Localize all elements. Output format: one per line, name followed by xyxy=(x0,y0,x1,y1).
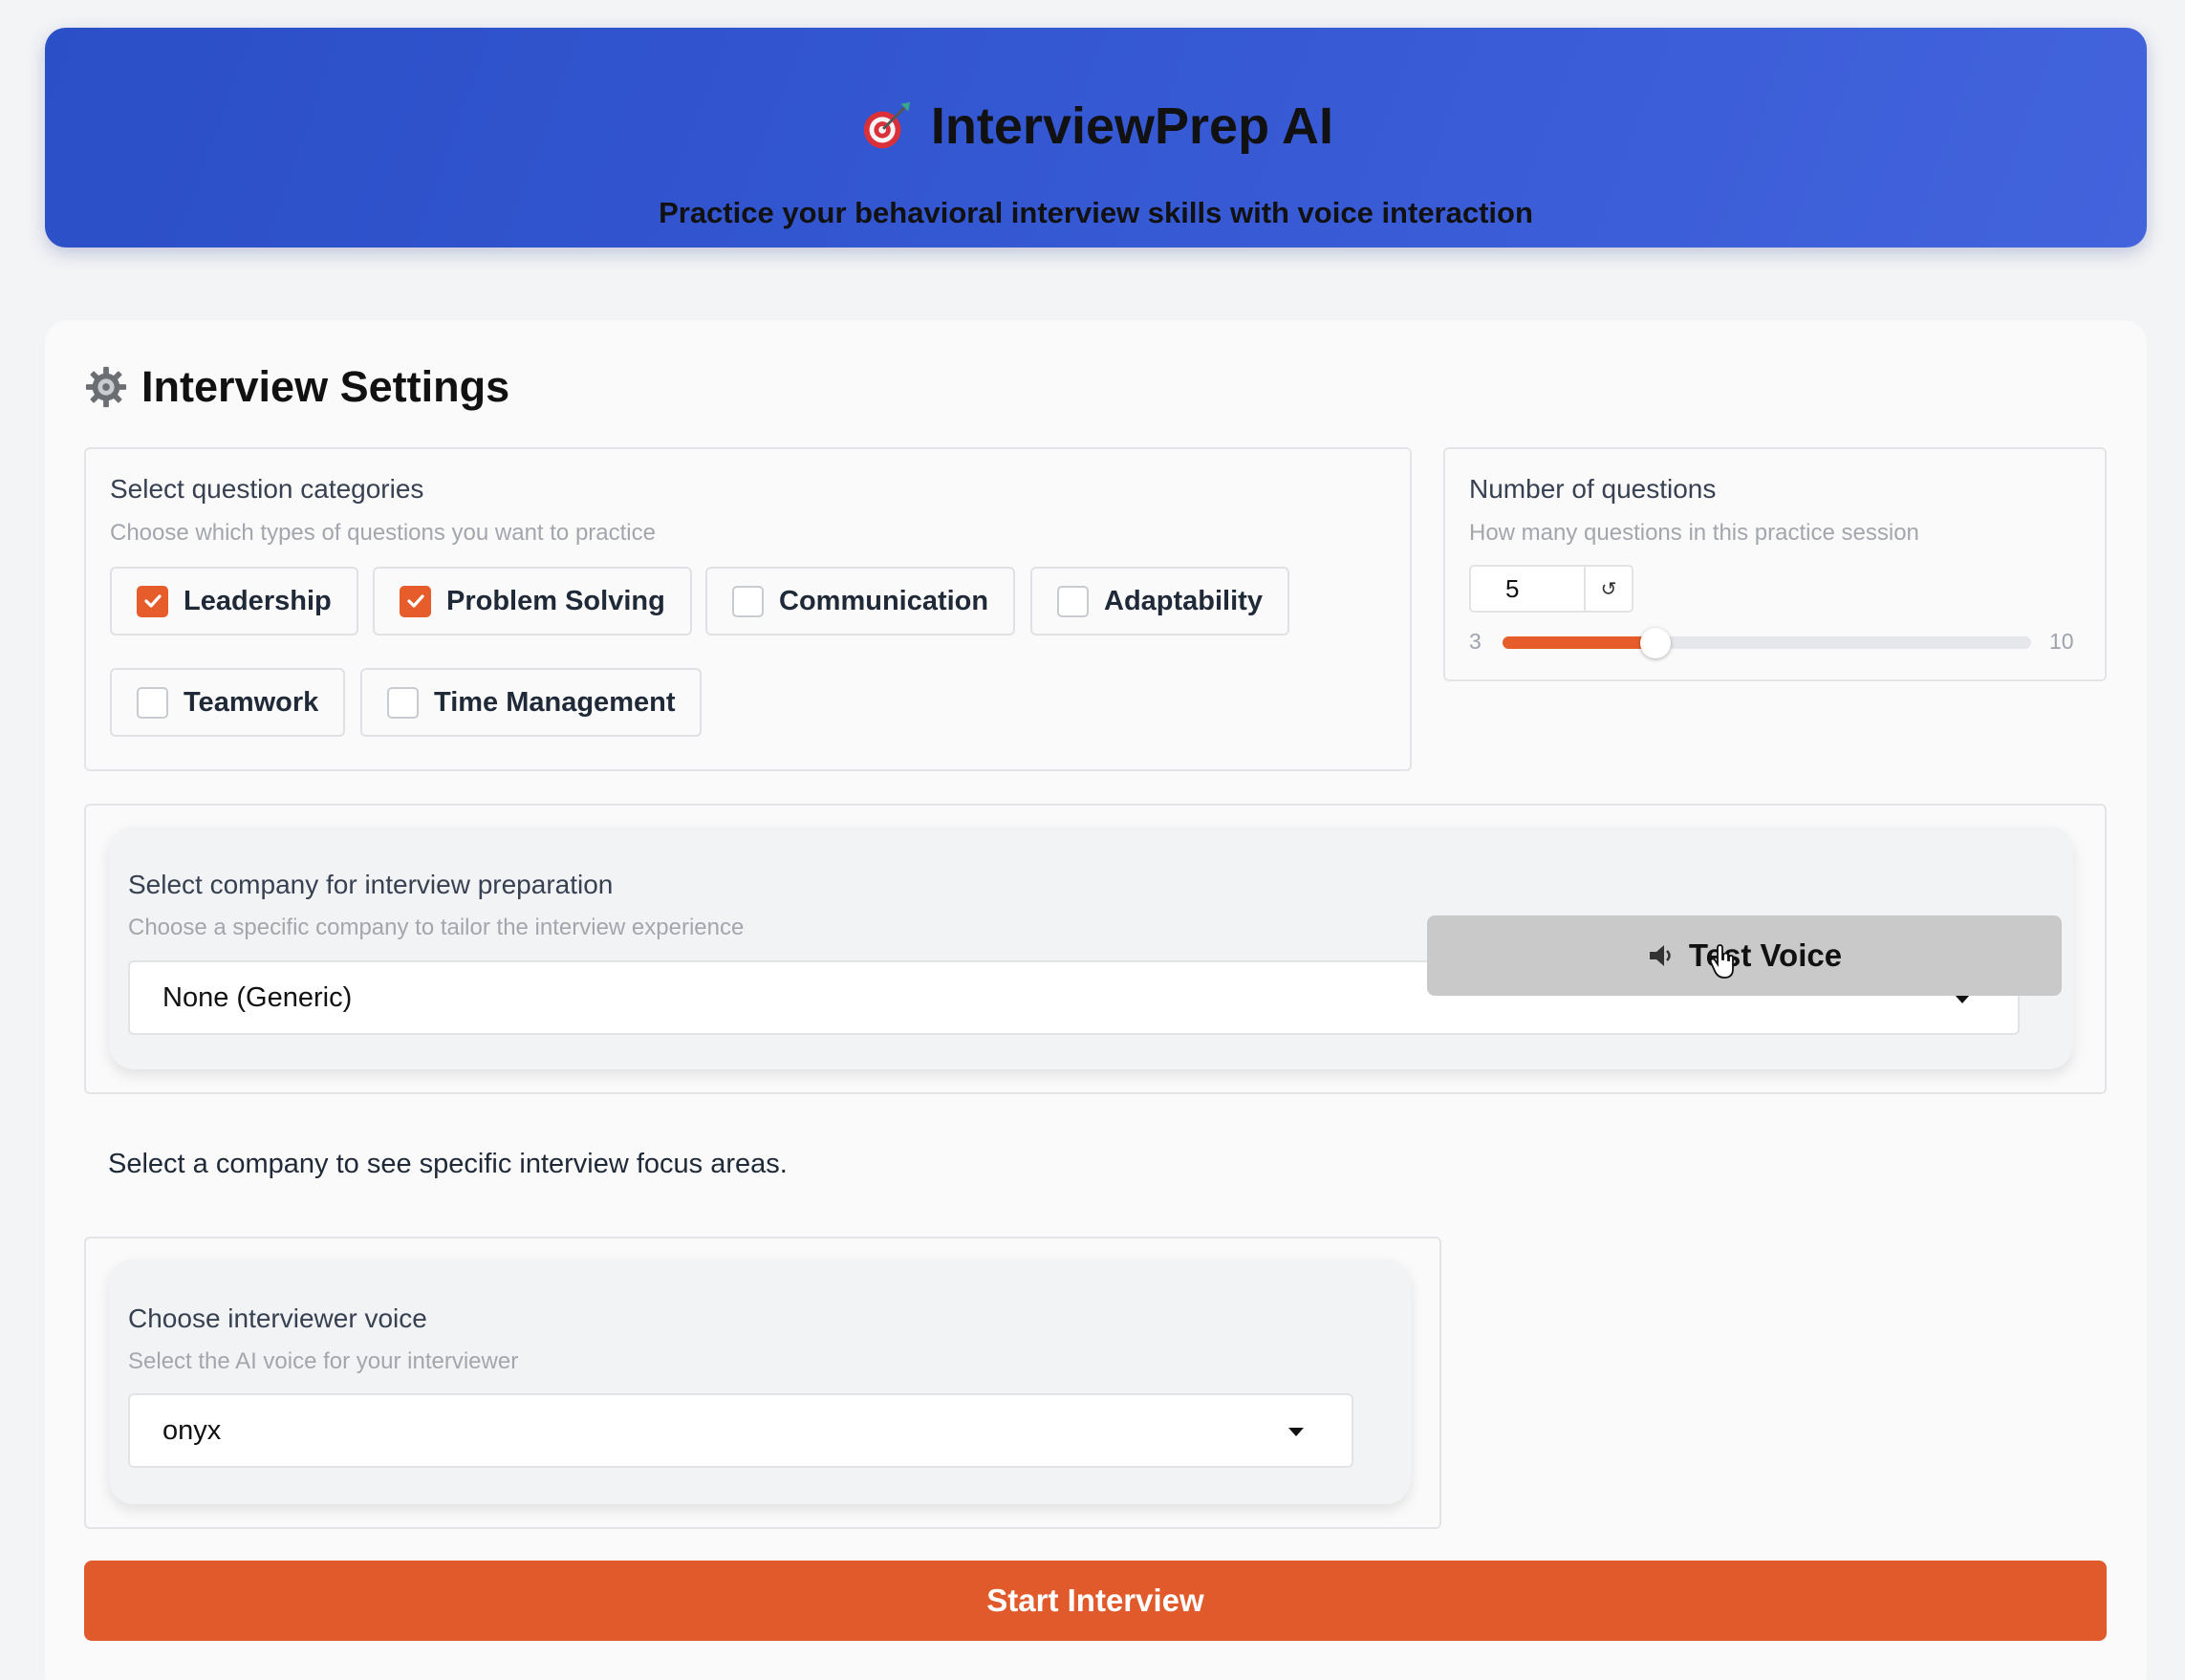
company-focus-message: Select a company to see specific intervi… xyxy=(108,1149,788,1179)
questions-slider[interactable] xyxy=(1503,628,2031,658)
checkbox-teamwork[interactable] xyxy=(137,686,168,719)
category-label: Communication xyxy=(779,585,989,616)
hand-cursor-icon xyxy=(1709,944,1734,979)
test-voice-button[interactable]: Test Voice xyxy=(1427,915,2062,996)
category-adaptability[interactable]: Adaptability xyxy=(1030,567,1289,635)
questions-panel: Number of questions How many questions i… xyxy=(1443,447,2107,681)
slider-fill xyxy=(1503,636,1655,649)
start-interview-label: Start Interview xyxy=(986,1583,1204,1618)
checkbox-communication[interactable] xyxy=(732,585,764,617)
company-selected-value: None (Generic) xyxy=(162,981,353,1013)
checkbox-adaptability[interactable] xyxy=(1057,585,1089,617)
category-label: Teamwork xyxy=(184,686,319,718)
checkbox-problem-solving[interactable] xyxy=(400,585,431,617)
category-label: Problem Solving xyxy=(446,585,665,616)
checkbox-leadership[interactable] xyxy=(137,585,168,617)
chevron-down-icon[interactable] xyxy=(1288,1428,1304,1436)
voice-panel: Choose interviewer voice Select the AI v… xyxy=(84,1237,1441,1529)
app-title: InterviewPrep AI xyxy=(930,97,1334,155)
voice-label: Choose interviewer voice xyxy=(128,1303,427,1333)
start-interview-button[interactable]: Start Interview xyxy=(84,1561,2107,1641)
questions-value[interactable]: 5 xyxy=(1471,574,1584,604)
settings-heading: Interview Settings xyxy=(84,362,509,412)
category-problem-solving[interactable]: Problem Solving xyxy=(373,567,692,635)
questions-label: Number of questions xyxy=(1469,474,1717,504)
voice-card: Choose interviewer voice Select the AI v… xyxy=(109,1260,1411,1504)
header-banner: InterviewPrep AI Practice your behaviora… xyxy=(45,28,2147,248)
category-teamwork[interactable]: Teamwork xyxy=(110,668,346,737)
questions-hint: How many questions in this practice sess… xyxy=(1469,520,1919,546)
voice-selected-value: onyx xyxy=(162,1414,222,1446)
category-label: Adaptability xyxy=(1104,585,1263,616)
settings-card: Interview Settings Select question categ… xyxy=(45,320,2147,1680)
gear-icon xyxy=(85,366,127,408)
slider-max-label: 10 xyxy=(2049,629,2074,654)
voice-hint: Select the AI voice for your interviewer xyxy=(128,1348,519,1374)
checkbox-time-management[interactable] xyxy=(387,686,419,719)
app-title-row: InterviewPrep AI xyxy=(45,97,2147,156)
category-label: Time Management xyxy=(434,686,676,718)
slider-min-label: 3 xyxy=(1469,629,1482,654)
chevron-down-icon[interactable] xyxy=(1955,995,1970,1003)
category-leadership[interactable]: Leadership xyxy=(110,567,358,635)
target-icon xyxy=(863,101,911,149)
app-subtitle: Practice your behavioral interview skill… xyxy=(659,196,1533,229)
categories-label: Select question categories xyxy=(110,474,424,504)
categories-hint: Choose which types of questions you want… xyxy=(110,520,656,546)
category-communication[interactable]: Communication xyxy=(705,567,1016,635)
reset-icon[interactable]: ↺ xyxy=(1584,567,1632,611)
speaker-icon xyxy=(1649,945,1671,966)
category-time-management[interactable]: Time Management xyxy=(360,668,703,737)
settings-title: Interview Settings xyxy=(141,362,510,411)
voice-dropdown[interactable]: onyx xyxy=(128,1393,1353,1468)
categories-panel: Select question categories Choose which … xyxy=(84,447,1412,771)
questions-number-input[interactable]: 5 ↺ xyxy=(1469,565,1633,613)
slider-handle[interactable] xyxy=(1640,628,1671,658)
category-label: Leadership xyxy=(184,585,332,616)
company-label: Select company for interview preparation xyxy=(128,870,614,899)
company-hint: Choose a specific company to tailor the … xyxy=(128,915,745,940)
